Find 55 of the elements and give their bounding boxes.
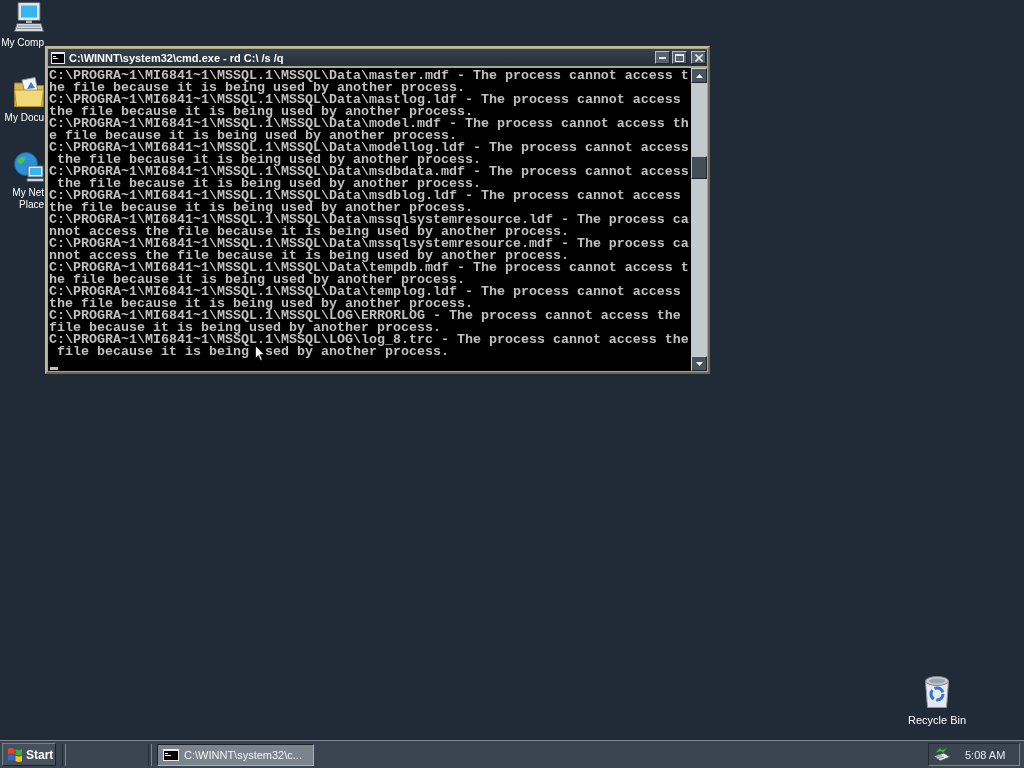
console-line: the file because it is being used by another process. — [49, 106, 473, 118]
console-line: the file because it is being used by another process. — [49, 202, 473, 214]
flag-icon — [7, 746, 23, 763]
console-line: C:\PROGRA~1\MI6841~1\MSSQL.1\MSSQL\Data\msdblog.ldf - The process cannot access — [49, 190, 681, 202]
console-line: C:\PROGRA~1\MI6841~1\MSSQL.1\MSSQL\Data\mastlog.ldf - The process cannot access — [49, 94, 681, 106]
start-button[interactable]: Start — [2, 743, 56, 766]
scroll-up-button[interactable] — [691, 68, 707, 83]
console-line: C:\PROGRA~1\MI6841~1\MSSQL.1\MSSQL\LOG\log_8.trc - The process cannot access the — [49, 334, 689, 346]
console-line: he file because it is being used by another process. — [49, 274, 465, 286]
globe-computer-icon — [14, 152, 44, 182]
console-line: e file because it is being used by another process. — [49, 130, 457, 142]
console-line: C:\PROGRA~1\MI6841~1\MSSQL.1\MSSQL\Data\modellog.ldf - The process cannot access — [49, 142, 689, 154]
console-line: C:\PROGRA~1\MI6841~1\MSSQL.1\MSSQL\Data\mssqlsystemresource.ldf - The process ca — [49, 214, 689, 226]
up-arrow-icon — [695, 73, 703, 78]
console-line: nnot access the file because it is being used by another process. — [49, 226, 569, 238]
console-line: the file because it is being used by another process. — [57, 154, 481, 166]
scroll-down-button[interactable] — [691, 356, 707, 371]
console-line: C:\PROGRA~1\MI6841~1\MSSQL.1\MSSQL\Data\tempdb.mdf - The process cannot access t — [49, 262, 689, 274]
scrollbar[interactable] — [691, 68, 707, 371]
console-icon — [163, 748, 179, 761]
mouse-pointer-icon — [255, 345, 265, 361]
desktop-shortcut[interactable]: My Net Place — [0, 152, 44, 227]
console-line: nnot access the file because it is being used by another process. — [49, 250, 569, 262]
maximize-icon — [675, 53, 684, 62]
text-cursor-icon — [50, 367, 58, 370]
console-icon — [51, 51, 65, 64]
desktop-shortcut[interactable]: My Docu — [0, 77, 44, 152]
console-line: sed by another process. — [264, 346, 449, 358]
console-line: C:\PROGRA~1\MI6841~1\MSSQL.1\MSSQL\Data\master.mdf - The process cannot access t — [49, 70, 689, 82]
console-line: C:\PROGRA~1\MI6841~1\MSSQL.1\MSSQL\Data\mssqlsystemresource.mdf - The process ca — [49, 238, 689, 250]
taskbar-button[interactable]: C:\WINNT\system32\c... — [157, 743, 314, 766]
down-arrow-icon — [695, 361, 703, 366]
device-icon[interactable] — [933, 746, 951, 763]
console-line: C:\PROGRA~1\MI6841~1\MSSQL.1\MSSQL\Data\model.mdf - The process cannot access th — [49, 118, 689, 130]
scrollbar-thumb[interactable] — [691, 156, 707, 179]
minimize-icon — [659, 56, 666, 59]
console-line: file because it is being used by another process. — [49, 322, 441, 334]
minimize-button[interactable] — [655, 51, 670, 64]
console-line: file because it is being — [57, 346, 249, 358]
computer-icon — [14, 2, 44, 32]
desktop-shortcut[interactable]: Recycle Bin — [902, 676, 972, 726]
clock: 5:08 AM — [965, 748, 1006, 761]
console-line: the file because it is being used by another process. — [57, 178, 481, 190]
folder-icon — [14, 77, 44, 107]
console-line: he file because it is being used by another process. — [49, 82, 465, 94]
console-line: C:\PROGRA~1\MI6841~1\MSSQL.1\MSSQL\Data\templog.ldf - The process cannot access — [49, 286, 681, 298]
console-line: C:\PROGRA~1\MI6841~1\MSSQL.1\MSSQL\Data\msdbdata.mdf - The process cannot access — [49, 166, 689, 178]
recycle-bin-icon — [923, 676, 951, 708]
close-icon — [694, 53, 703, 62]
console-line: the file because it is being used by another process. — [49, 298, 473, 310]
maximize-button[interactable] — [672, 51, 687, 64]
desktop-shortcut[interactable]: My Comp — [0, 2, 44, 77]
window-title: C:\WINNT\system32\cmd.exe - rd C:\ /s /q — [69, 51, 284, 64]
close-button[interactable] — [691, 51, 706, 64]
console-line: C:\PROGRA~1\MI6841~1\MSSQL.1\MSSQL\LOG\ERRORLOG - The process cannot access the — [49, 310, 681, 322]
